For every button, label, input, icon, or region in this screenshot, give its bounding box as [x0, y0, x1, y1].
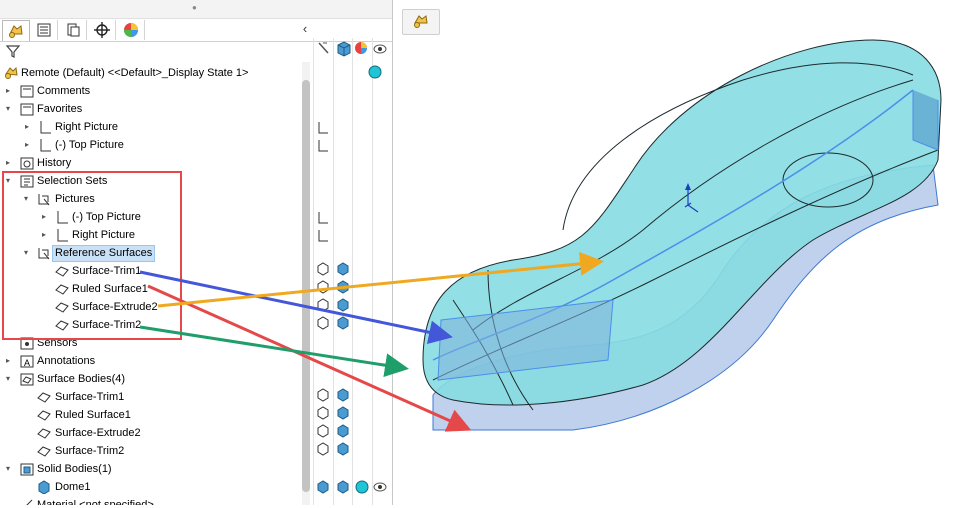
- feature-manager-icon: [9, 25, 23, 38]
- folder-icon: [20, 85, 34, 98]
- visibility-columns: [317, 65, 387, 494]
- svg-text:A: A: [24, 358, 30, 368]
- selection-sets-highlight-box: [2, 171, 182, 340]
- expand-icon[interactable]: ▸: [4, 154, 12, 172]
- surface-icon: [37, 428, 51, 439]
- tab-dimxpert[interactable]: [89, 20, 116, 40]
- tab-feature-manager[interactable]: [2, 20, 30, 41]
- filter-icon[interactable]: [6, 44, 20, 58]
- solid-bodies-icon: [20, 463, 34, 476]
- display-manager-icon: [124, 23, 138, 37]
- graphics-area[interactable]: [393, 0, 960, 505]
- dimxpert-icon: [94, 22, 110, 38]
- panel-grip[interactable]: ●: [0, 0, 392, 19]
- appearance-swatch-icon[interactable]: [368, 65, 382, 79]
- material-icon: [26, 499, 33, 505]
- surface-bodies-icon: [20, 373, 34, 386]
- collapse-panel-button[interactable]: ‹: [298, 21, 312, 37]
- view-icon: [40, 121, 51, 134]
- tab-property-manager[interactable]: [31, 20, 58, 40]
- tab-display-manager[interactable]: [118, 20, 145, 40]
- expand-icon[interactable]: ▸: [4, 82, 12, 100]
- model-viewport[interactable]: [393, 0, 960, 505]
- eye-icon[interactable]: [373, 44, 387, 54]
- surface-icon: [37, 446, 51, 457]
- property-manager-icon: [37, 23, 51, 37]
- cube-icon[interactable]: [337, 41, 351, 57]
- expand-icon[interactable]: ▸: [23, 118, 31, 136]
- solid-body-icon: [38, 480, 50, 494]
- view-toolbar-button[interactable]: [402, 9, 440, 35]
- part-icon: [5, 66, 18, 79]
- expand-icon[interactable]: ▸: [23, 136, 31, 154]
- collapse-icon[interactable]: ▾: [4, 460, 12, 478]
- feature-manager-panel: ● ‹ Remote (Default) <<Default>_Display …: [0, 0, 393, 505]
- history-icon: [20, 157, 34, 170]
- collapse-icon[interactable]: ▾: [4, 370, 12, 388]
- surface-icon: [37, 410, 51, 421]
- tree-scrollbar-thumb[interactable]: [302, 80, 310, 492]
- tab-configuration-manager[interactable]: [60, 20, 87, 40]
- view-icon: [40, 139, 51, 152]
- pin-icon[interactable]: [318, 42, 329, 54]
- collapse-icon[interactable]: ▾: [4, 100, 12, 118]
- appearance-icon[interactable]: [355, 42, 367, 54]
- annotations-icon: A: [20, 355, 34, 368]
- surface-icon: [37, 392, 51, 403]
- view-column-icon: [318, 122, 328, 242]
- configuration-manager-icon: [67, 23, 80, 37]
- expand-icon[interactable]: ▸: [4, 352, 12, 370]
- part-icon: [414, 15, 428, 28]
- body-toggle-icons[interactable]: [317, 262, 387, 494]
- folder-icon: [20, 103, 34, 116]
